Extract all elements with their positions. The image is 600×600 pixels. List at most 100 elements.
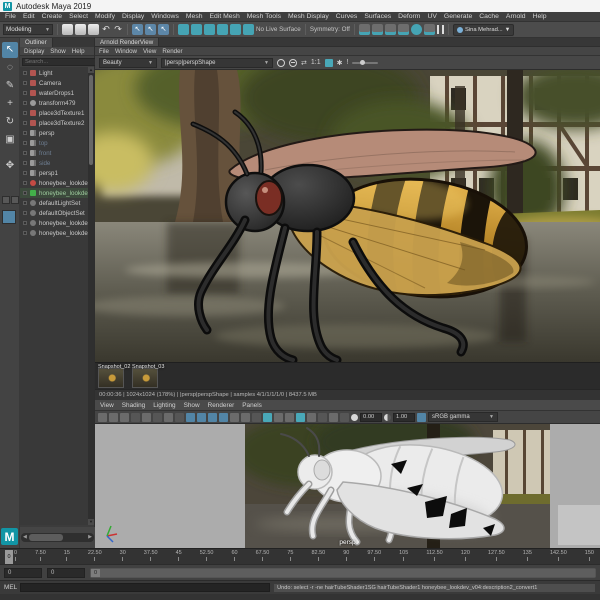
lighting-icon[interactable] bbox=[285, 413, 294, 422]
renderview-menu-item[interactable]: Render bbox=[162, 48, 182, 55]
safe-title-icon[interactable] bbox=[241, 413, 250, 422]
stop-render-icon[interactable] bbox=[289, 59, 297, 67]
menu-item[interactable]: Help bbox=[533, 13, 547, 20]
visibility-checkbox[interactable] bbox=[23, 121, 27, 125]
visibility-checkbox[interactable] bbox=[23, 141, 27, 145]
menu-item[interactable]: Mesh Display bbox=[288, 13, 329, 20]
outliner-row[interactable]: defaultLightSet bbox=[20, 198, 94, 208]
move-tool[interactable]: + bbox=[2, 96, 18, 112]
outliner-row[interactable]: honeybee_lookdev_v04c bbox=[20, 188, 94, 198]
snap-to-view-plane-icon[interactable] bbox=[230, 24, 241, 35]
safe-action-icon[interactable] bbox=[230, 413, 239, 422]
image-plane-icon[interactable] bbox=[142, 413, 151, 422]
snapshot-thumbnail[interactable] bbox=[132, 368, 158, 388]
aov-selector[interactable]: Beauty▼ bbox=[99, 58, 157, 68]
outliner-row[interactable]: waterDrops1 bbox=[20, 88, 94, 98]
renderview-menu-item[interactable]: File bbox=[99, 48, 109, 55]
user-account-button[interactable]: Sina Mehrad... ▼ bbox=[453, 24, 514, 36]
scrollbar-thumb[interactable] bbox=[89, 75, 93, 165]
start-render-icon[interactable] bbox=[277, 59, 285, 67]
outliner-row[interactable]: Camera bbox=[20, 78, 94, 88]
outliner-row[interactable]: persp bbox=[20, 128, 94, 138]
xray-icon[interactable] bbox=[329, 413, 338, 422]
scroll-down-icon[interactable]: ▼ bbox=[88, 519, 94, 525]
region-render-icon[interactable] bbox=[325, 59, 333, 67]
outliner-row[interactable]: honeybee_lookdev_v04c bbox=[20, 178, 94, 188]
menu-item[interactable]: Deform bbox=[398, 13, 420, 20]
render-camera-selector[interactable]: |persp|perspShape▼ bbox=[161, 58, 273, 68]
os-titlebar[interactable]: M Autodesk Maya 2019 bbox=[0, 0, 600, 12]
visibility-checkbox[interactable] bbox=[23, 131, 27, 135]
visibility-checkbox[interactable] bbox=[23, 171, 27, 175]
menu-item[interactable]: Display bbox=[122, 13, 144, 20]
mel-command-input[interactable] bbox=[20, 583, 270, 592]
range-start-handle[interactable]: 0 bbox=[91, 569, 100, 577]
gate-mask-icon[interactable] bbox=[208, 413, 217, 422]
symmetry-selector[interactable]: Symmetry: Off bbox=[310, 26, 350, 33]
ipr-render-icon[interactable] bbox=[385, 24, 396, 35]
grease-pencil-icon[interactable] bbox=[164, 413, 173, 422]
select-tool[interactable]: ↖ bbox=[2, 42, 18, 58]
outliner-row[interactable]: side bbox=[20, 158, 94, 168]
playback-start-field[interactable]: 0 bbox=[47, 568, 85, 578]
render-view-icon[interactable] bbox=[359, 24, 370, 35]
visibility-checkbox[interactable] bbox=[23, 231, 27, 235]
menu-item[interactable]: Surfaces bbox=[364, 13, 391, 20]
menu-set-selector[interactable]: Modeling▼ bbox=[3, 24, 53, 35]
redo-icon[interactable]: ↷ bbox=[113, 24, 123, 35]
viewport-menu-item[interactable]: Renderer bbox=[208, 402, 235, 409]
isolate-select-icon[interactable] bbox=[340, 413, 349, 422]
snap-to-grid-icon[interactable] bbox=[178, 24, 189, 35]
command-language-toggle[interactable]: MEL bbox=[4, 584, 17, 591]
visibility-checkbox[interactable] bbox=[23, 181, 27, 185]
visibility-checkbox[interactable] bbox=[23, 151, 27, 155]
undo-icon[interactable]: ↶ bbox=[101, 24, 111, 35]
select-by-hierarchy-icon[interactable]: ↖ bbox=[132, 24, 143, 35]
make-live-icon[interactable] bbox=[243, 24, 254, 35]
menu-item[interactable]: Select bbox=[69, 13, 88, 20]
visibility-checkbox[interactable] bbox=[23, 211, 27, 215]
tab-arnold-renderview[interactable]: Arnold RenderView bbox=[95, 38, 159, 46]
render-image-canvas[interactable] bbox=[95, 70, 600, 362]
layout-persp-outliner-button[interactable] bbox=[2, 210, 16, 224]
scrollbar-thumb[interactable] bbox=[29, 534, 63, 541]
menu-item[interactable]: Edit bbox=[23, 13, 35, 20]
viewport-canvas[interactable]: persp bbox=[95, 424, 600, 548]
open-scene-icon[interactable] bbox=[75, 24, 86, 35]
renderview-menu-item[interactable]: View bbox=[143, 48, 156, 55]
outliner-row[interactable]: persp1 bbox=[20, 168, 94, 178]
visibility-checkbox[interactable] bbox=[23, 91, 27, 95]
visibility-checkbox[interactable] bbox=[23, 201, 27, 205]
viewport-menu-item[interactable]: Show bbox=[184, 402, 200, 409]
wireframe-icon[interactable] bbox=[252, 413, 261, 422]
snapshot-thumbnail[interactable] bbox=[98, 368, 124, 388]
exposure-field[interactable]: 0.00 bbox=[360, 413, 382, 422]
resolution-gate-icon[interactable] bbox=[197, 413, 206, 422]
visibility-checkbox[interactable] bbox=[23, 81, 27, 85]
new-scene-icon[interactable] bbox=[62, 24, 73, 35]
menu-item[interactable]: Arnold bbox=[506, 13, 526, 20]
visibility-checkbox[interactable] bbox=[23, 161, 27, 165]
select-by-object-icon[interactable]: ↖ bbox=[145, 24, 156, 35]
exposure-slider[interactable] bbox=[352, 62, 378, 64]
lasso-tool[interactable]: ◌ bbox=[2, 60, 18, 76]
snap-to-curve-icon[interactable] bbox=[191, 24, 202, 35]
menu-item[interactable]: Modify bbox=[95, 13, 115, 20]
last-tool-used[interactable]: ✥ bbox=[2, 158, 18, 174]
scale-tool[interactable]: ▣ bbox=[2, 132, 18, 148]
outliner-row[interactable]: place3dTexture1 bbox=[20, 108, 94, 118]
outliner-row[interactable]: front bbox=[20, 148, 94, 158]
debug-shading-icon[interactable]: ! bbox=[346, 59, 348, 66]
outliner-menu-item[interactable]: Show bbox=[50, 48, 65, 55]
outliner-menu-item[interactable]: Help bbox=[72, 48, 85, 55]
scroll-left-icon[interactable]: ◀ bbox=[23, 534, 27, 540]
render-settings-gear-icon[interactable]: ✱ bbox=[337, 59, 343, 67]
visibility-checkbox[interactable] bbox=[23, 191, 27, 195]
outliner-row[interactable]: top bbox=[20, 138, 94, 148]
outliner-row[interactable]: Light bbox=[20, 68, 94, 78]
shaded-icon[interactable] bbox=[263, 413, 272, 422]
outliner-row[interactable]: place3dTexture2 bbox=[20, 118, 94, 128]
outliner-row[interactable]: honeybee_lookdev_v04c bbox=[20, 218, 94, 228]
viewport-menu-item[interactable]: View bbox=[100, 402, 114, 409]
search-input[interactable] bbox=[22, 58, 103, 66]
